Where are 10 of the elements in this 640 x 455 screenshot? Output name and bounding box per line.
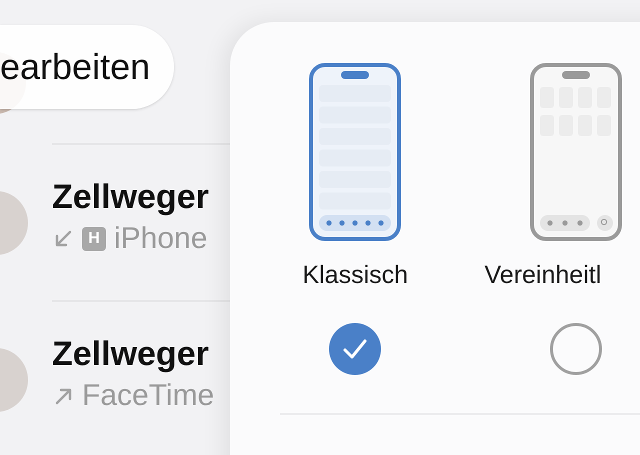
call-detail: FaceTime [82,378,214,414]
call-detail: iPhone [114,221,208,257]
checkmark-icon [342,338,368,360]
contact-name: Zellweger [52,334,210,374]
layout-label: Vereinheitl [484,260,602,291]
radio-button[interactable] [550,322,602,374]
line-badge: H [82,226,106,251]
contact-name: Zellweger [52,176,209,218]
layout-label: Klassisch [302,260,408,291]
edit-button[interactable]: earbeiten [0,25,174,109]
